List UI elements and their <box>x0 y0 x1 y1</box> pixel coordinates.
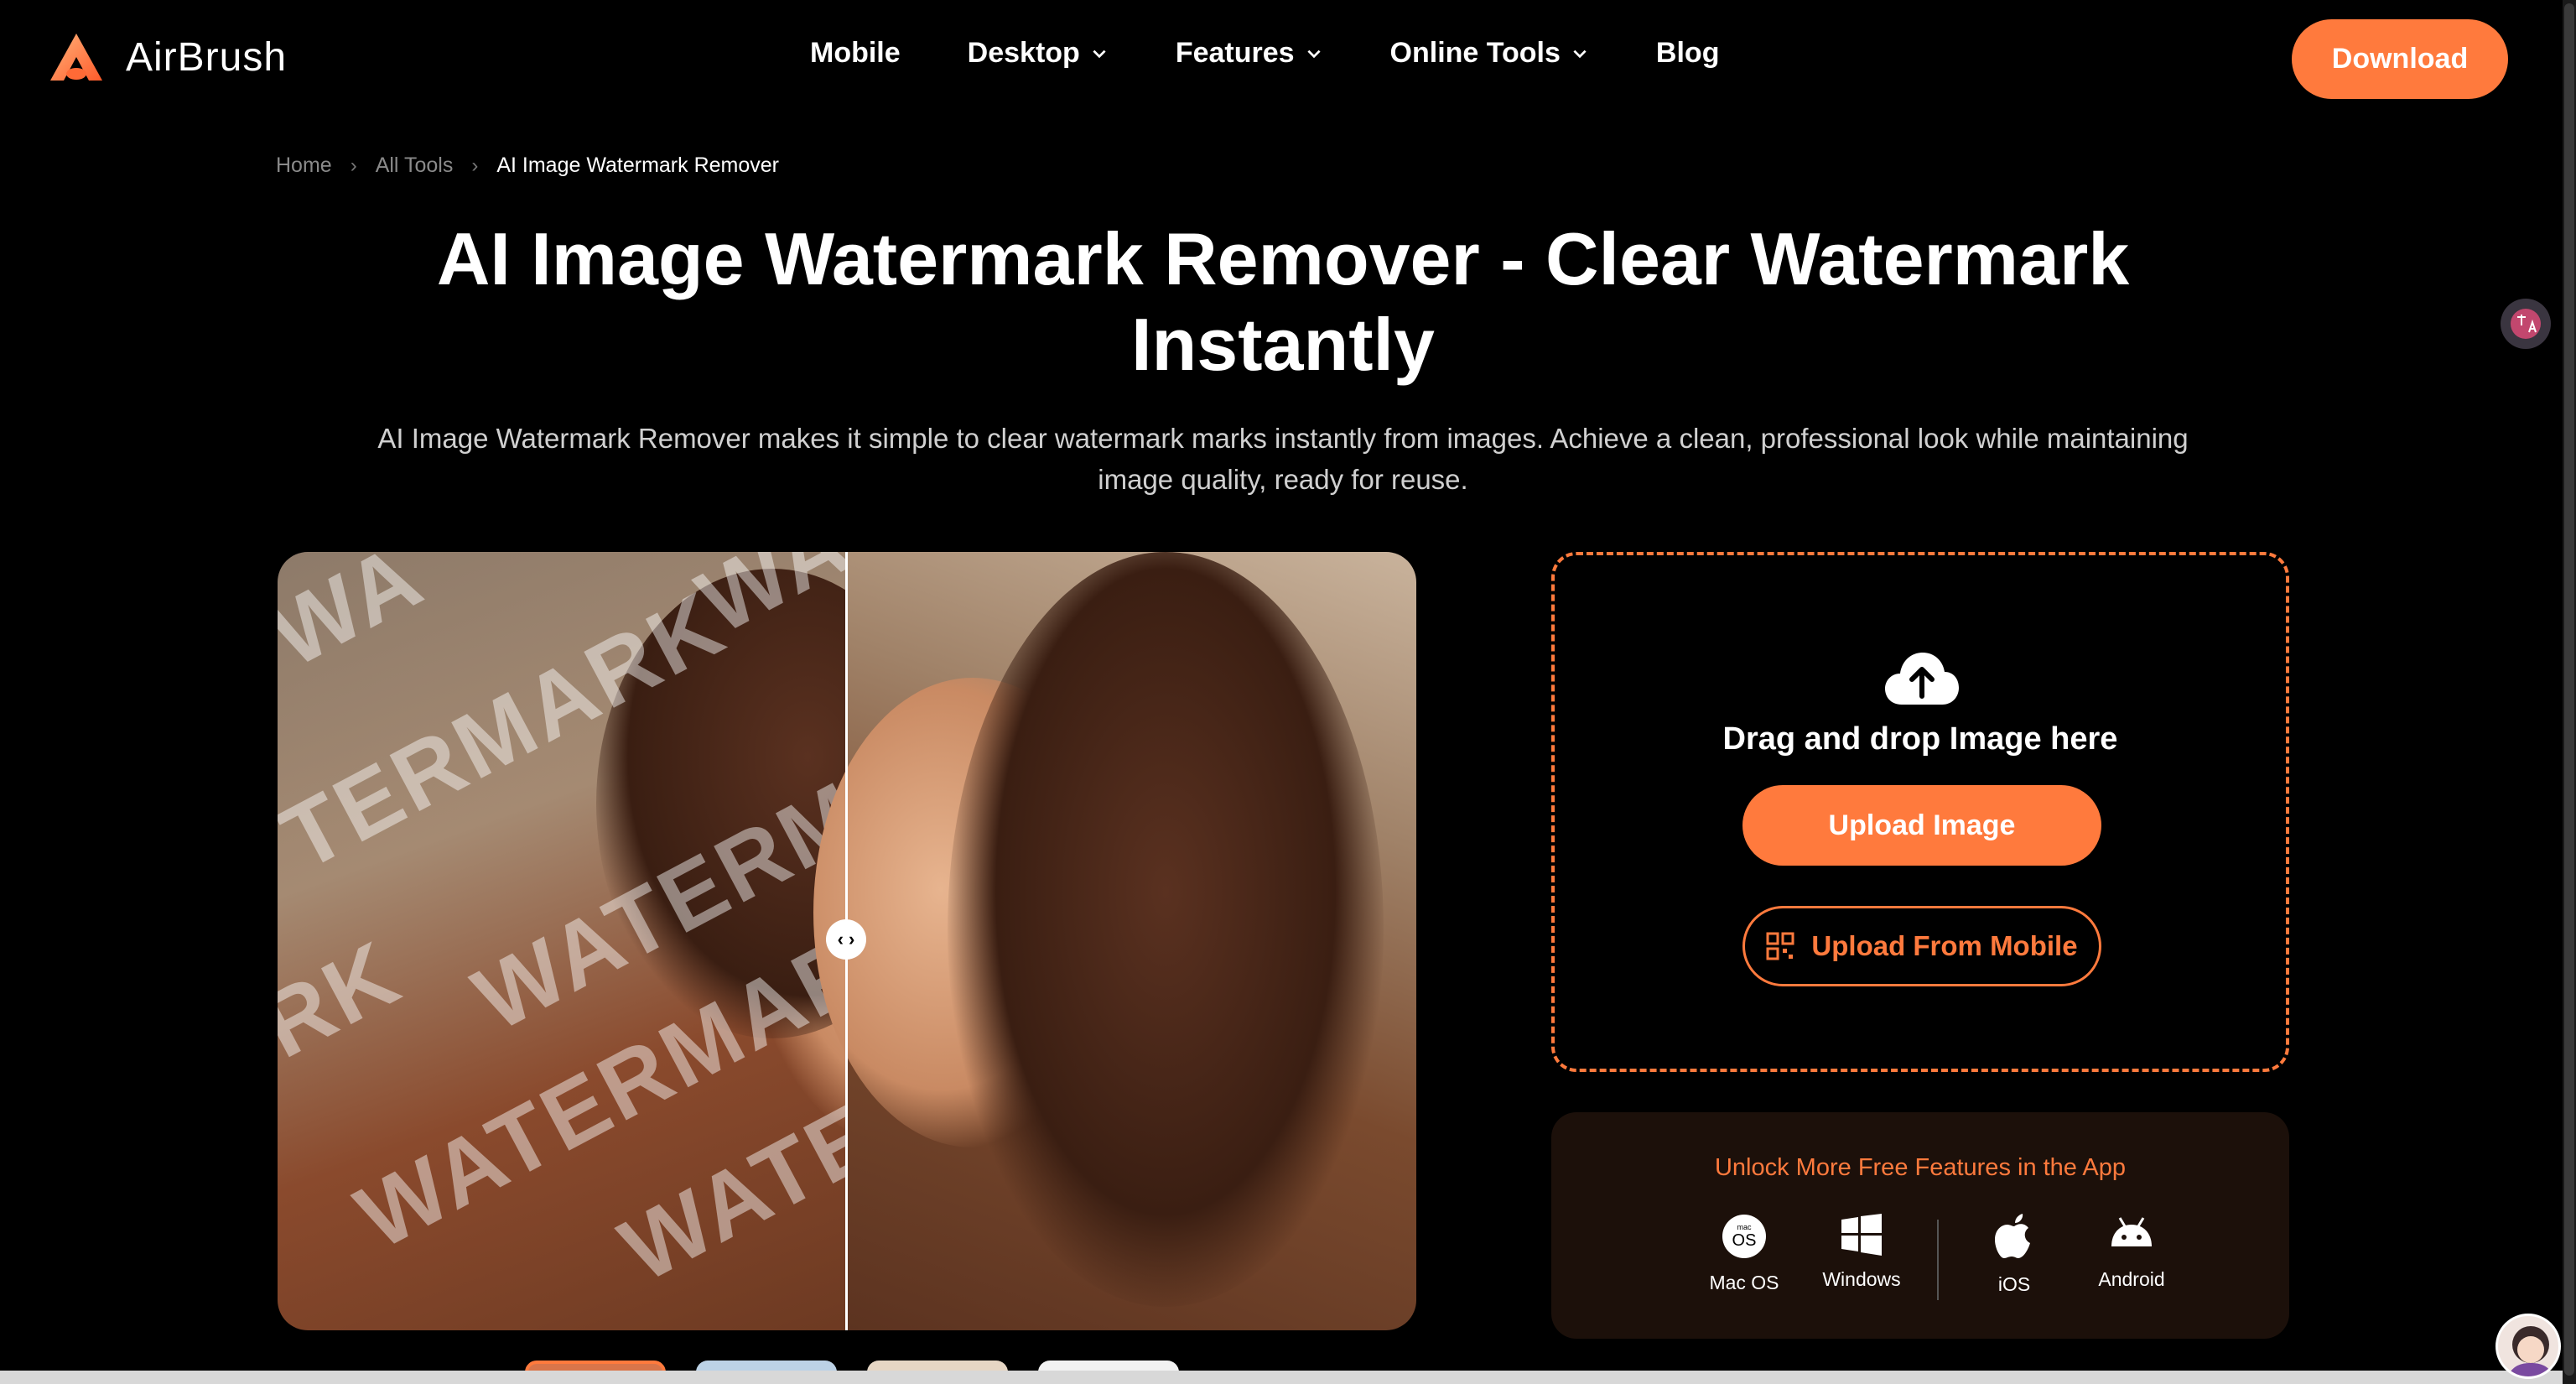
breadcrumb-home[interactable]: Home <box>276 153 332 178</box>
watermark-text: RK <box>278 921 417 1078</box>
nav-features[interactable]: Features <box>1176 37 1323 70</box>
after-image <box>813 552 1416 1330</box>
cloud-upload-icon <box>1885 653 1959 705</box>
brand-logo[interactable]: AirBrush <box>47 30 287 84</box>
brand-name: AirBrush <box>126 34 288 80</box>
translate-glyph-icon <box>2511 309 2541 339</box>
nav-online-tools[interactable]: Online Tools <box>1390 37 1589 70</box>
breadcrumb-current: AI Image Watermark Remover <box>496 153 779 177</box>
avatar-illustration <box>2507 1326 2554 1376</box>
nav-mobile[interactable]: Mobile <box>810 37 901 70</box>
horizontal-scrollbar[interactable] <box>0 1371 2563 1384</box>
platform-label: Windows <box>1822 1268 1901 1290</box>
page-title-line1: AI Image Watermark Remover - Clear Water… <box>436 217 2130 300</box>
upload-from-mobile-button[interactable]: Upload From Mobile <box>1742 906 2101 986</box>
vertical-scrollbar-thumb[interactable] <box>2564 3 2574 1376</box>
page-title-line2: Instantly <box>1131 303 1435 386</box>
android-icon <box>2111 1217 2152 1246</box>
nav-desktop-label: Desktop <box>967 37 1080 69</box>
nav-blog[interactable]: Blog <box>1656 37 1720 70</box>
platform-ios[interactable]: iOS <box>1955 1213 2073 1296</box>
chevron-right-icon: › <box>350 153 357 177</box>
support-avatar-icon[interactable] <box>2496 1314 2561 1379</box>
platform-label: iOS <box>1997 1273 2031 1295</box>
page-title: AI Image Watermark Remover - Clear Water… <box>252 216 2314 388</box>
nav-online-tools-label: Online Tools <box>1389 37 1561 69</box>
page-subtitle-line1: AI Image Watermark Remover makes it simp… <box>377 423 2189 454</box>
portrait-hair <box>948 552 1384 1307</box>
page-subtitle-line2: image quality, ready for reuse. <box>1098 464 1468 495</box>
chevron-down-icon <box>1093 49 1106 58</box>
windows-icon <box>1841 1214 1882 1256</box>
platform-label: Android <box>2098 1268 2165 1290</box>
app-promo-card: Unlock More Free Features in the App mac… <box>1551 1112 2289 1339</box>
svg-text:mac: mac <box>1737 1223 1752 1231</box>
slider-handle-icon[interactable]: ‹ › <box>826 919 866 960</box>
nav-blog-label: Blog <box>1655 37 1720 69</box>
platform-list: mac OS Mac OS Windows iOS Android <box>1685 1213 2190 1300</box>
breadcrumb: Home › All Tools › AI Image Watermark Re… <box>276 153 779 178</box>
chevron-down-icon <box>1573 49 1587 58</box>
translate-icon[interactable] <box>2501 299 2551 349</box>
platform-macos[interactable]: mac OS Mac OS <box>1685 1213 1803 1294</box>
nav-mobile-label: Mobile <box>810 37 901 69</box>
apple-icon <box>1995 1214 2030 1258</box>
nav-features-label: Features <box>1175 37 1295 69</box>
top-nav-bar: AirBrush Mobile Desktop Features Online … <box>0 0 2576 117</box>
download-button[interactable]: Download <box>2292 19 2508 99</box>
macos-icon: mac OS <box>1722 1215 1766 1258</box>
watermark-text: WA <box>278 552 440 688</box>
svg-text:OS: OS <box>1732 1231 1757 1250</box>
chevron-right-icon: › <box>471 153 479 177</box>
app-promo-title: Unlock More Free Features in the App <box>1714 1154 2126 1181</box>
platform-label: Mac OS <box>1709 1272 1779 1293</box>
platform-windows[interactable]: Windows <box>1803 1213 1920 1291</box>
upload-from-mobile-label: Upload From Mobile <box>1811 930 2078 961</box>
platform-android[interactable]: Android <box>2073 1213 2190 1291</box>
breadcrumb-all-tools[interactable]: All Tools <box>376 153 454 178</box>
qr-code-icon <box>1766 932 1794 960</box>
page-subtitle: AI Image Watermark Remover makes it simp… <box>252 418 2314 500</box>
nav-desktop[interactable]: Desktop <box>968 37 1109 70</box>
upload-image-button[interactable]: Upload Image <box>1742 785 2101 866</box>
main-nav: Mobile Desktop Features Online Tools Blo… <box>810 37 1719 70</box>
before-after-comparison[interactable]: WA TERMARK WATERMARK RK WATERMARK WATE W… <box>278 552 1416 1330</box>
before-image: WA TERMARK WATERMARK RK WATERMARK WATE W… <box>278 552 1066 1330</box>
drop-text: Drag and drop Image here <box>1722 721 2118 757</box>
platform-divider <box>1937 1220 1939 1300</box>
chevron-down-icon <box>1306 49 1321 58</box>
upload-dropzone[interactable]: Drag and drop Image here Upload Image Up… <box>1551 552 2289 1072</box>
airbrush-logo-icon <box>50 34 102 81</box>
